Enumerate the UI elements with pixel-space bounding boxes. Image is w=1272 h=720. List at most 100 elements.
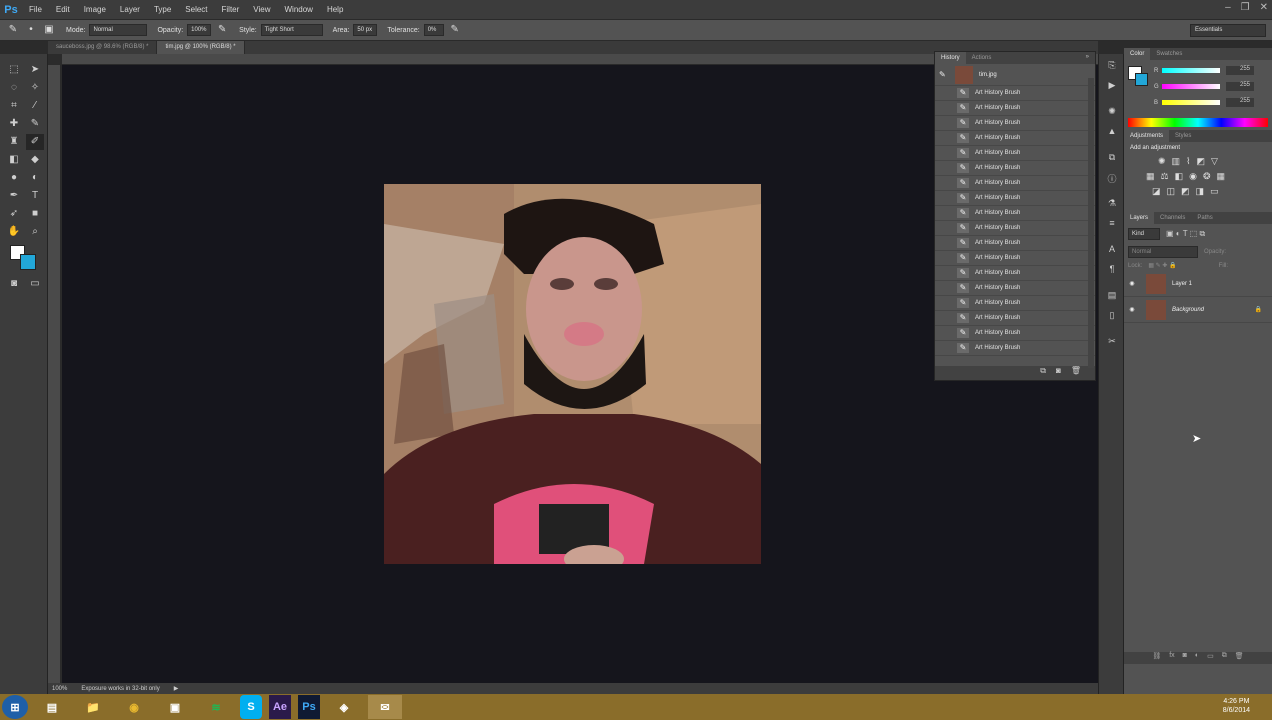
lock-icons[interactable]: ▦ ✎ ✚ 🔒 (1148, 262, 1176, 269)
red-value[interactable]: 255 (1226, 66, 1254, 75)
history-brush-tool-icon[interactable]: ✐ (26, 134, 44, 150)
menu-type[interactable]: Type (147, 5, 178, 14)
history-panel-icon[interactable]: ⎘ (1104, 60, 1120, 74)
restore-icon[interactable]: ❐ (1241, 2, 1250, 13)
tab-actions[interactable]: Actions (966, 52, 998, 64)
brush-presets-icon[interactable]: ▲ (1104, 126, 1120, 140)
levels-icon[interactable]: ▥ (1172, 156, 1181, 167)
tab-sauceboss[interactable]: sauceboss.jpg @ 98.6% (RGB/8) * (48, 41, 158, 54)
notes-icon[interactable]: ▯ (1104, 310, 1120, 324)
menu-edit[interactable]: Edit (49, 5, 77, 14)
app-icon[interactable]: ◈ (327, 695, 361, 719)
eye-icon[interactable]: ◉ (1124, 280, 1140, 287)
tab-color[interactable]: Color (1124, 48, 1151, 60)
snapshot-brush-source-icon[interactable]: ✎ (939, 70, 949, 79)
menu-help[interactable]: Help (320, 5, 350, 14)
pressure-size-icon[interactable]: ✎ (448, 23, 462, 37)
green-value[interactable]: 255 (1226, 82, 1254, 91)
brush-settings-icon[interactable]: ✺ (1104, 106, 1120, 120)
new-layer-icon[interactable]: ⧉ (1222, 652, 1227, 664)
history-state-row[interactable]: ✎ Art History Brush (935, 296, 1095, 311)
layer-kind-select[interactable]: Kind (1128, 228, 1160, 240)
marquee-tool-icon[interactable]: ⬚ (5, 62, 23, 78)
history-state-row[interactable]: ✎ Art History Brush (935, 221, 1095, 236)
menu-layer[interactable]: Layer (113, 5, 147, 14)
delete-layer-icon[interactable]: 🗑 (1235, 652, 1244, 664)
skype-icon[interactable]: S (240, 695, 262, 719)
hand-tool-icon[interactable]: ✋ (5, 224, 23, 240)
screen-mode-icon[interactable]: ▭ (26, 276, 44, 292)
tools-extra-icon[interactable]: ✂ (1104, 336, 1120, 350)
area-field[interactable]: 50 px (353, 24, 378, 36)
photo-filter-icon[interactable]: ◉ (1189, 171, 1197, 182)
tab-paths[interactable]: Paths (1191, 212, 1218, 224)
zoom-tool-icon[interactable]: ⌕ (26, 224, 44, 240)
exposure-icon[interactable]: ◩ (1196, 156, 1205, 167)
color-balance-icon[interactable]: ⚖ (1161, 171, 1169, 182)
new-document-from-state-icon[interactable]: ⧉ (1040, 366, 1046, 380)
tab-channels[interactable]: Channels (1154, 212, 1191, 224)
threshold-icon[interactable]: ◩ (1181, 186, 1190, 197)
posterize-icon[interactable]: ◫ (1167, 186, 1176, 197)
layer-row[interactable]: ◉ Layer 1 (1124, 271, 1272, 297)
channel-mixer-icon[interactable]: ❂ (1203, 171, 1211, 182)
menu-filter[interactable]: Filter (215, 5, 247, 14)
brush-size-icon[interactable]: • (24, 23, 38, 37)
layer-row[interactable]: ◉ Background 🔒 (1124, 297, 1272, 323)
blur-tool-icon[interactable]: ● (5, 170, 23, 186)
start-button-icon[interactable]: ⊞ (2, 695, 28, 719)
history-state-row[interactable]: ✎ Art History Brush (935, 236, 1095, 251)
history-state-row[interactable]: ✎ Art History Brush (935, 326, 1095, 341)
spotify-icon[interactable]: ≋ (199, 695, 233, 719)
selective-color-icon[interactable]: ◨ (1196, 186, 1205, 197)
clone-stamp-tool-icon[interactable]: ♜ (5, 134, 23, 150)
info-panel-icon[interactable]: ⓘ (1104, 172, 1120, 186)
mode-select[interactable]: Normal (89, 24, 148, 36)
crop-tool-icon[interactable]: ⌗ (5, 98, 23, 114)
menu-window[interactable]: Window (278, 5, 320, 14)
history-state-row[interactable]: ✎ Art History Brush (935, 176, 1095, 191)
history-state-row[interactable]: ✎ Art History Brush (935, 266, 1095, 281)
gradient-map-icon[interactable]: ▭ (1210, 186, 1219, 197)
after-effects-icon[interactable]: Ae (269, 695, 291, 719)
tab-tim[interactable]: tim.jpg @ 100% (RGB/8) * (157, 41, 245, 54)
lasso-tool-icon[interactable]: ◌ (5, 80, 23, 96)
link-layers-icon[interactable]: ⛓ (1152, 652, 1161, 664)
color-spectrum-ramp[interactable] (1128, 118, 1268, 127)
rectangle-tool-icon[interactable]: ■ (26, 206, 44, 222)
new-snapshot-icon[interactable]: ◙ (1056, 366, 1061, 380)
dodge-tool-icon[interactable]: ◐ (26, 170, 44, 186)
brush-panel-icon[interactable]: ▣ (42, 23, 56, 37)
eraser-tool-icon[interactable]: ◧ (5, 152, 23, 168)
quick-mask-icon[interactable]: ◙ (5, 276, 23, 292)
blue-value[interactable]: 255 (1226, 98, 1254, 107)
history-state-row[interactable]: ✎ Art History Brush (935, 311, 1095, 326)
history-state-row[interactable]: ✎ Art History Brush (935, 86, 1095, 101)
zoom-level[interactable]: 100% (52, 686, 67, 692)
tab-styles[interactable]: Styles (1169, 130, 1197, 142)
tolerance-field[interactable]: 0% (423, 24, 444, 36)
status-menu-arrow-icon[interactable]: ▶ (174, 685, 179, 692)
tool-presets-icon[interactable]: ⚗ (1104, 198, 1120, 212)
history-state-row[interactable]: ✎ Art History Brush (935, 341, 1095, 356)
layer-comps-icon[interactable]: ▤ (1104, 290, 1120, 304)
painted-portrait-image[interactable] (384, 184, 761, 564)
pen-tool-icon[interactable]: ✒ (5, 188, 23, 204)
actions-panel-icon[interactable]: ▶ (1104, 80, 1120, 94)
history-state-row[interactable]: ✎ Art History Brush (935, 146, 1095, 161)
menu-select[interactable]: Select (178, 5, 214, 14)
history-state-row[interactable]: ✎ Art History Brush (935, 191, 1095, 206)
hue-saturation-icon[interactable]: ▦ (1146, 171, 1155, 182)
mail-icon[interactable]: ✉ (368, 695, 402, 719)
system-clock[interactable]: 4:26 PM 8/6/2014 (1223, 697, 1250, 715)
tab-history[interactable]: History (935, 52, 966, 64)
layer-name[interactable]: Background (1172, 307, 1204, 313)
layer-name[interactable]: Layer 1 (1172, 281, 1192, 287)
properties-icon[interactable]: ≡ (1104, 218, 1120, 232)
delete-state-icon[interactable]: 🗑 (1071, 366, 1081, 380)
photoshop-taskbar-icon[interactable]: Ps (298, 695, 320, 719)
quick-select-tool-icon[interactable]: ✧ (26, 80, 44, 96)
history-state-row[interactable]: ✎ Art History Brush (935, 251, 1095, 266)
brightness-icon[interactable]: ✺ (1158, 156, 1166, 167)
history-state-row[interactable]: ✎ Art History Brush (935, 101, 1095, 116)
